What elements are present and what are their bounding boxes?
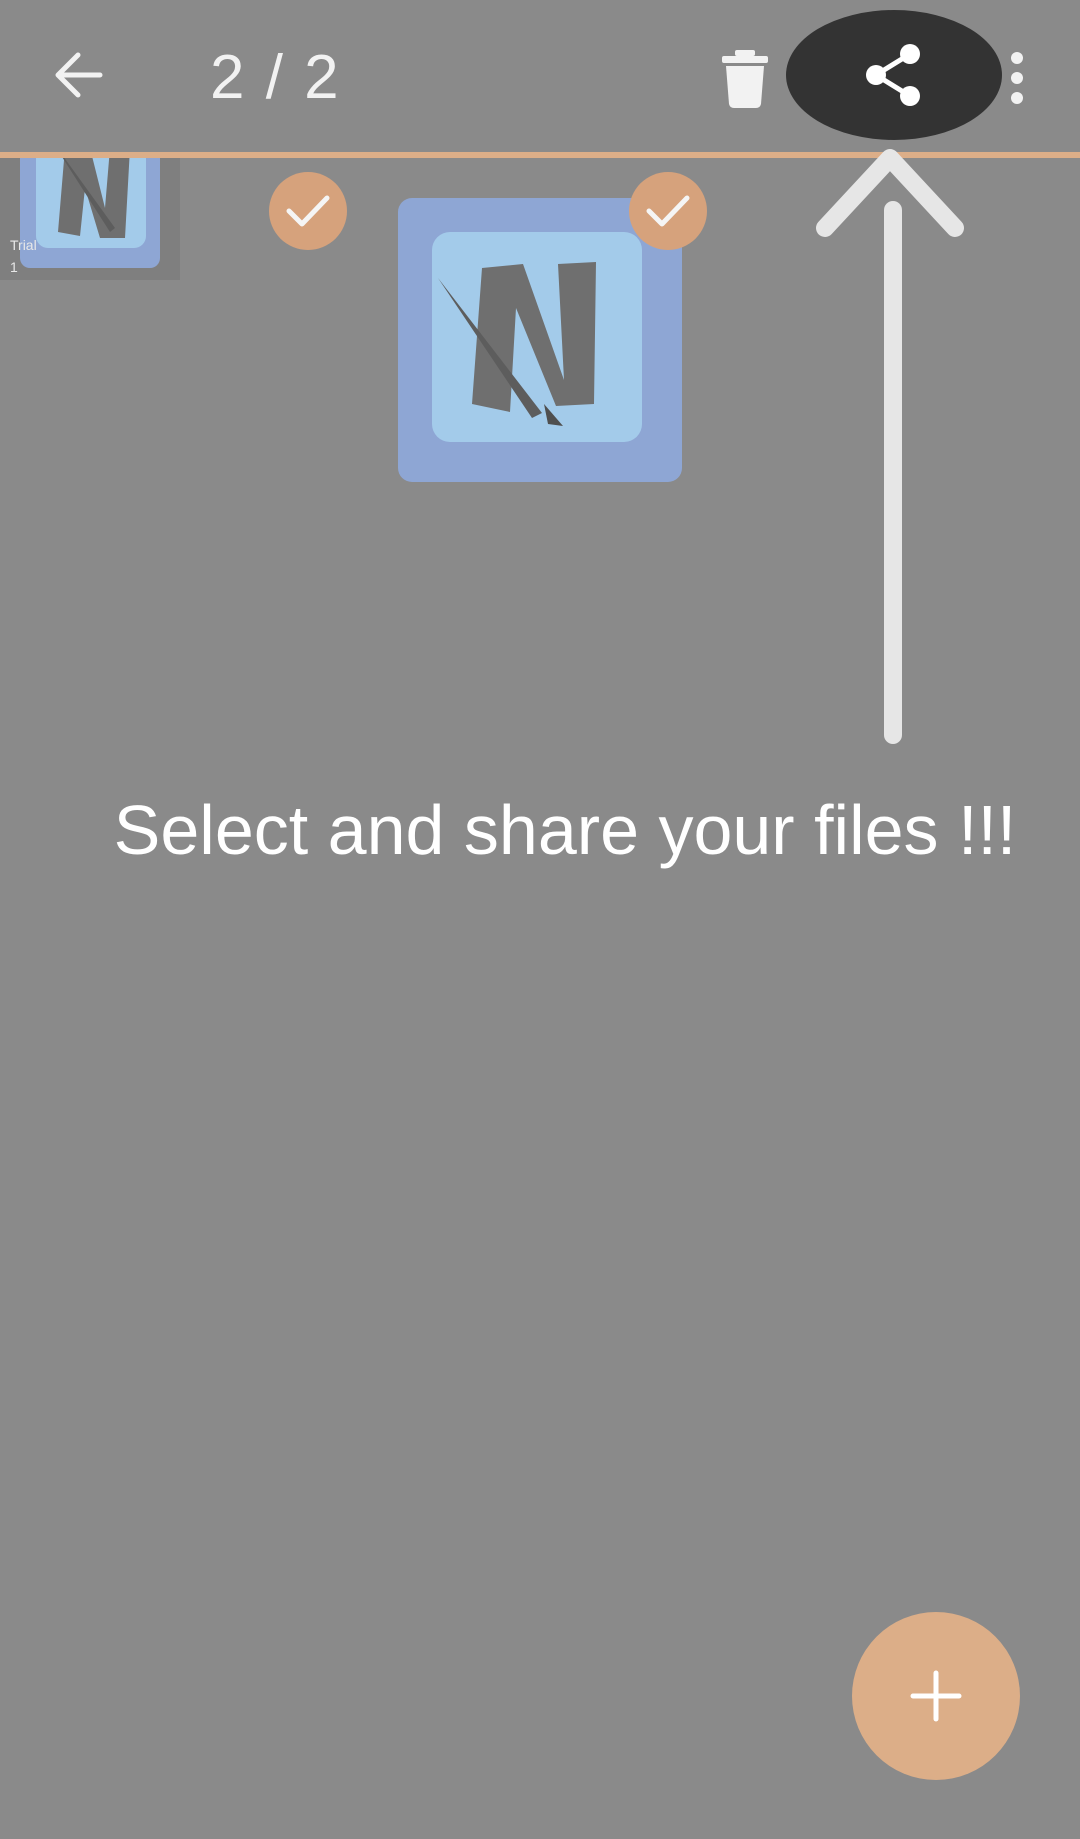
top-toolbar: 2 / 2 — [0, 0, 1080, 152]
file-number: 1 — [10, 259, 18, 275]
plus-icon — [910, 1670, 962, 1722]
trash-icon — [722, 50, 768, 108]
app-screen: 2 / 2 Trial 1 Select and share your file… — [0, 0, 1080, 1839]
back-button[interactable] — [38, 30, 118, 120]
arrow-back-icon — [55, 52, 103, 98]
more-options-button[interactable] — [992, 38, 1042, 118]
tutorial-message: Select and share your files !!! — [113, 791, 1017, 869]
file-name: Trial — [10, 237, 37, 253]
share-button[interactable] — [786, 10, 1002, 140]
check-icon — [646, 195, 690, 227]
selection-counter: 2 / 2 — [210, 43, 341, 112]
tutorial-arrow-icon — [816, 149, 964, 744]
file-tile-app-logo[interactable] — [398, 198, 682, 482]
selected-check-badge[interactable] — [269, 172, 347, 250]
app-logo-icon — [20, 158, 160, 268]
add-file-button[interactable] — [852, 1612, 1020, 1780]
file-caption: Trial 1 — [10, 234, 37, 278]
selected-check-badge[interactable] — [629, 172, 707, 250]
delete-button[interactable] — [705, 38, 785, 118]
check-icon — [286, 195, 330, 227]
file-tile-trial[interactable]: Trial 1 — [0, 158, 180, 280]
more-vertical-icon — [1011, 52, 1023, 104]
share-icon — [866, 44, 920, 106]
